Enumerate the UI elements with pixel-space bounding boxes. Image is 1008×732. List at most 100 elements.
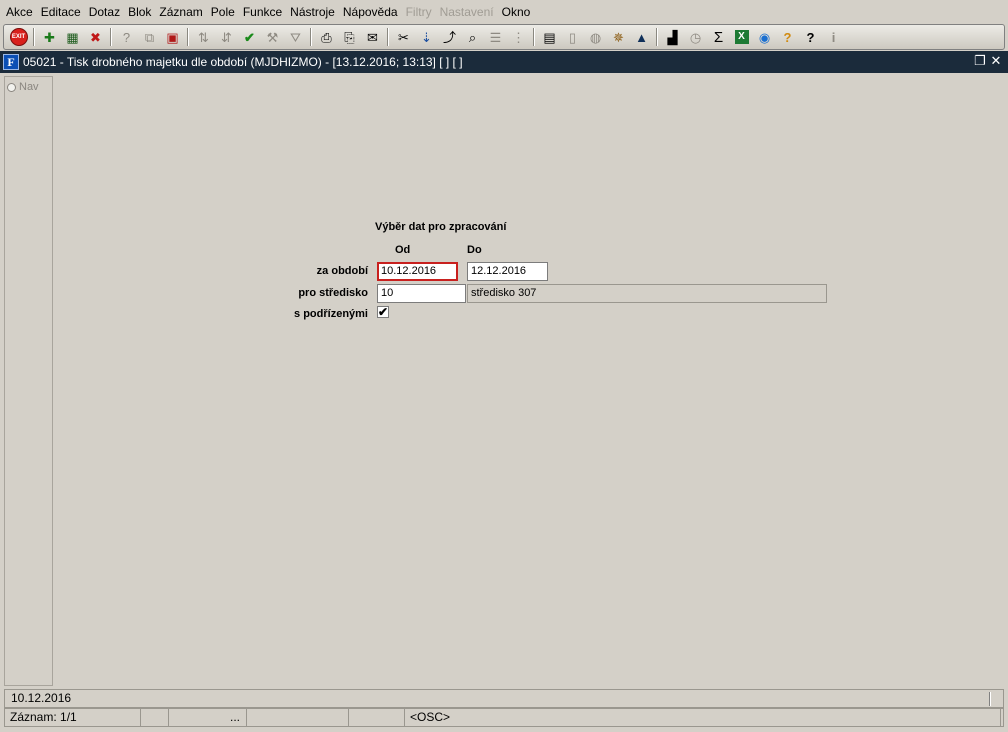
ship-wheel-button[interactable]: ✵ xyxy=(608,27,629,47)
subordinates-checkbox[interactable]: ✔ xyxy=(377,306,389,318)
mountain-button[interactable]: ▲ xyxy=(631,27,652,47)
globe-button[interactable]: ◍ xyxy=(585,27,606,47)
menu-napoveda[interactable]: Nápověda xyxy=(339,0,402,24)
help-context-button[interactable]: ? xyxy=(777,27,798,47)
excel-button[interactable]: X xyxy=(731,27,752,47)
center-label: pro středisko xyxy=(298,287,368,299)
window-titlebar: F 05021 - Tisk drobného majetku dle obdo… xyxy=(0,51,1008,73)
close-button[interactable]: ✕ xyxy=(988,53,1004,69)
document-button[interactable]: ▯ xyxy=(562,27,583,47)
close-icon: ✕ xyxy=(990,53,1002,68)
period-to-field[interactable]: 12.12.2016 xyxy=(467,262,548,281)
clock-icon: ◷ xyxy=(689,29,702,45)
exit-button[interactable]: EXIT xyxy=(8,27,29,47)
clipboard-icon: ▤ xyxy=(543,29,556,45)
menu-dotaz[interactable]: Dotaz xyxy=(85,0,124,24)
delete-record-button[interactable]: ✖ xyxy=(85,27,106,47)
query-execute-icon: ⧉ xyxy=(144,29,155,45)
menu-akce[interactable]: Akce xyxy=(2,0,37,24)
lookup-button[interactable]: ⌕ xyxy=(462,27,483,47)
window-controls: ❐ ✕ xyxy=(972,53,1004,69)
save-record-button[interactable]: ▦ xyxy=(62,27,83,47)
query-enter-button[interactable]: ? xyxy=(116,27,137,47)
chart-button[interactable]: ▟ xyxy=(662,27,683,47)
restore-icon: ❐ xyxy=(974,53,986,68)
restore-button[interactable]: ❐ xyxy=(972,53,988,69)
menu-okno[interactable]: Okno xyxy=(498,0,535,24)
menu-nastroje[interactable]: Nástroje xyxy=(286,0,339,24)
paste-icon: ⤴ xyxy=(442,29,456,45)
paste-button[interactable]: ⤴ xyxy=(439,27,460,47)
form-window: F 05021 - Tisk drobného majetku dle obdo… xyxy=(0,51,1008,687)
menu-editace[interactable]: Editace xyxy=(37,0,85,24)
new-record-icon: ✚ xyxy=(44,29,55,45)
copy-icon: ⇣ xyxy=(421,29,432,45)
info-button[interactable]: i xyxy=(823,27,844,47)
print-button[interactable]: ⎙ xyxy=(316,27,337,47)
save-record-icon: ▦ xyxy=(66,29,79,45)
period-from-field[interactable]: 10.12.2016 xyxy=(377,262,458,281)
commit-button[interactable]: ✔ xyxy=(239,27,260,47)
list-icon: ☰ xyxy=(489,29,502,45)
nav-label: Nav xyxy=(19,81,39,93)
sigma-icon: Σ xyxy=(713,28,724,46)
hint-bar: 10.12.2016 xyxy=(4,689,1004,708)
clock-button[interactable]: ◷ xyxy=(685,27,706,47)
cut-icon: ✂ xyxy=(398,29,409,45)
nav-radio-item[interactable]: Nav xyxy=(7,81,52,93)
sigma-button[interactable]: Σ xyxy=(708,27,729,47)
menu-blok[interactable]: Blok xyxy=(124,0,155,24)
print-icon: ⎙ xyxy=(321,29,332,45)
sort-desc-button[interactable]: ⇵ xyxy=(216,27,237,47)
chart-icon: ▟ xyxy=(667,29,678,45)
query-execute-button[interactable]: ⧉ xyxy=(139,27,160,47)
status-bar: Záznam: 1/1 ... <OSC> xyxy=(4,708,1004,727)
hint-bar-divider xyxy=(989,692,991,706)
new-record-button[interactable]: ✚ xyxy=(39,27,60,47)
filter-icon: ⛛ xyxy=(290,29,301,45)
delete-record-icon: ✖ xyxy=(90,29,101,45)
globe-icon: ◍ xyxy=(589,29,602,45)
status-mode: <OSC> xyxy=(405,709,1001,726)
mail-button[interactable]: ✉ xyxy=(362,27,383,47)
toolbar: EXIT ✚ ▦ ✖ ? ⧉ ▣ ⇅ ⇵ ✔ ⚒ ⛛ ⎙ ⎘ ✉ ✂ ⇣ ⤴ ⌕… xyxy=(3,24,1005,50)
toolbar-separator xyxy=(310,28,312,46)
cut-button[interactable]: ✂ xyxy=(393,27,414,47)
menu-funkce[interactable]: Funkce xyxy=(239,0,286,24)
toolbar-separator xyxy=(533,28,535,46)
print-preview-button[interactable]: ⎘ xyxy=(339,27,360,47)
tree-button[interactable]: ⋮ xyxy=(508,27,529,47)
query-cancel-button[interactable]: ▣ xyxy=(162,27,183,47)
browser-button[interactable]: ◉ xyxy=(754,27,775,47)
center-code-field[interactable]: 10 xyxy=(377,284,466,303)
list-button[interactable]: ☰ xyxy=(485,27,506,47)
toolbar-separator xyxy=(187,28,189,46)
sort-asc-button[interactable]: ⇅ xyxy=(193,27,214,47)
help-button[interactable]: ? xyxy=(800,27,821,47)
menu-nastaveni[interactable]: Nastavení xyxy=(436,0,498,24)
toolbar-separator xyxy=(110,28,112,46)
column-header-to: Do xyxy=(467,244,482,256)
copy-button[interactable]: ⇣ xyxy=(416,27,437,47)
print-preview-icon: ⎘ xyxy=(344,29,355,45)
menu-pole[interactable]: Pole xyxy=(207,0,239,24)
sort-asc-icon: ⇅ xyxy=(198,29,209,45)
nav-pane: Nav xyxy=(4,76,53,686)
form-content: Výběr dat pro zpracování Od Do za období… xyxy=(54,73,1008,687)
menu-zaznam[interactable]: Záznam xyxy=(155,0,206,24)
help-icon: ? xyxy=(806,29,815,45)
mountain-icon: ▲ xyxy=(635,29,648,45)
subordinates-label: s podřízenými xyxy=(294,308,368,320)
toolbar-separator xyxy=(387,28,389,46)
clipboard-button[interactable]: ▤ xyxy=(539,27,560,47)
period-label: za období xyxy=(316,265,368,277)
sort-desc-icon: ⇵ xyxy=(221,29,232,45)
status-record-count: Záznam: 1/1 xyxy=(5,709,141,726)
filter-button[interactable]: ⛛ xyxy=(285,27,306,47)
menu-filtry[interactable]: Filtry xyxy=(402,0,436,24)
wrench-icon: ⚒ xyxy=(266,29,279,45)
ship-wheel-icon: ✵ xyxy=(613,29,624,45)
status-cell xyxy=(349,709,405,726)
wrench-button[interactable]: ⚒ xyxy=(262,27,283,47)
exit-icon: EXIT xyxy=(9,28,28,46)
